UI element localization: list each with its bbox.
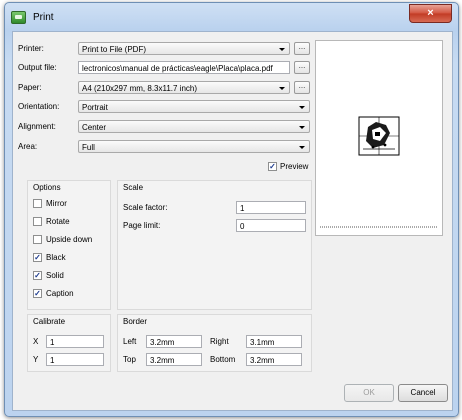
print-preview-page xyxy=(315,40,443,236)
border-top-value: 3.2mm xyxy=(150,356,175,365)
calibrate-x-value: 1 xyxy=(50,338,55,347)
area-select-value: Full xyxy=(82,143,95,152)
black-label: Black xyxy=(46,253,66,262)
chevron-down-icon xyxy=(279,48,285,51)
calibrate-y-label: Y xyxy=(33,355,39,364)
page-limit-label: Page limit: xyxy=(123,221,161,230)
output-file-browse-button[interactable]: ... xyxy=(294,61,310,74)
output-file-field[interactable]: lectronicos\manual de prácticas\eagle\Pl… xyxy=(78,61,290,74)
orientation-select[interactable]: Portrait xyxy=(78,100,310,113)
calibrate-y-input[interactable]: 1 xyxy=(46,353,104,366)
mirror-label: Mirror xyxy=(46,199,67,208)
preview-label: Preview xyxy=(280,162,309,171)
border-right-value: 3.1mm xyxy=(250,338,275,347)
cancel-button[interactable]: Cancel xyxy=(398,384,448,402)
printer-select[interactable]: Print to File (PDF) xyxy=(78,42,290,55)
chevron-down-icon xyxy=(299,126,305,129)
border-top-label: Top xyxy=(123,355,136,364)
solid-checkbox[interactable]: ✓ xyxy=(33,271,42,280)
rotate-checkbox[interactable] xyxy=(33,217,42,226)
output-file-value: lectronicos\manual de prácticas\eagle\Pl… xyxy=(82,64,273,73)
solid-label: Solid xyxy=(46,271,64,280)
paper-label: Paper: xyxy=(18,83,42,92)
calibrate-group: Calibrate X 1 Y 1 xyxy=(27,314,111,372)
alignment-select-value: Center xyxy=(82,123,107,132)
caption-checkbox[interactable]: ✓ xyxy=(33,289,42,298)
calibrate-x-label: X xyxy=(33,337,39,346)
border-right-input[interactable]: 3.1mm xyxy=(246,335,302,348)
print-dialog-window: Print × Printer: Print to File (PDF) ...… xyxy=(4,2,459,417)
calibrate-title: Calibrate xyxy=(33,317,66,326)
options-title: Options xyxy=(33,183,61,192)
border-left-label: Left xyxy=(123,337,137,346)
border-group: Border Left 3.2mm Right 3.1mm Top 3.2mm … xyxy=(117,314,312,372)
alignment-label: Alignment: xyxy=(18,122,56,131)
printer-browse-button[interactable]: ... xyxy=(294,42,310,55)
dialog-client-area: Printer: Print to File (PDF) ... Output … xyxy=(12,31,453,411)
page-limit-value: 0 xyxy=(240,222,245,231)
border-top-input[interactable]: 3.2mm xyxy=(146,353,202,366)
board-drawing-icon xyxy=(320,116,438,228)
close-button[interactable]: × xyxy=(409,4,452,23)
ok-button[interactable]: OK xyxy=(344,384,394,402)
scale-factor-input[interactable]: 1 xyxy=(236,201,306,214)
alignment-select[interactable]: Center xyxy=(78,120,310,133)
mirror-checkbox[interactable] xyxy=(33,199,42,208)
black-checkbox[interactable]: ✓ xyxy=(33,253,42,262)
output-file-label: Output file: xyxy=(18,63,57,72)
orientation-label: Orientation: xyxy=(18,102,60,111)
calibrate-y-value: 1 xyxy=(50,356,55,365)
paper-select-value: A4 (210x297 mm, 8.3x11.7 inch) xyxy=(82,84,198,93)
page-limit-input[interactable]: 0 xyxy=(236,219,306,232)
border-bottom-input[interactable]: 3.2mm xyxy=(246,353,302,366)
chevron-down-icon xyxy=(299,106,305,109)
border-bottom-label: Bottom xyxy=(210,355,236,364)
scale-group: Scale Scale factor: 1 Page limit: 0 xyxy=(117,180,312,310)
upside-down-checkbox[interactable] xyxy=(33,235,42,244)
border-title: Border xyxy=(123,317,148,326)
area-label: Area: xyxy=(18,142,38,151)
area-select[interactable]: Full xyxy=(78,140,310,153)
printer-label: Printer: xyxy=(18,44,44,53)
chevron-down-icon xyxy=(279,87,285,90)
title-bar[interactable]: Print × xyxy=(5,3,458,31)
paper-select[interactable]: A4 (210x297 mm, 8.3x11.7 inch) xyxy=(78,81,290,94)
scale-title: Scale xyxy=(123,183,144,192)
scale-factor-value: 1 xyxy=(240,204,245,213)
window-title: Print xyxy=(33,12,54,23)
paper-browse-button[interactable]: ... xyxy=(294,81,310,94)
printer-select-value: Print to File (PDF) xyxy=(82,45,147,54)
border-left-input[interactable]: 3.2mm xyxy=(146,335,202,348)
calibrate-x-input[interactable]: 1 xyxy=(46,335,104,348)
options-group: Options Mirror Rotate Upside down ✓ Blac… xyxy=(27,180,111,310)
orientation-select-value: Portrait xyxy=(82,103,108,112)
border-left-value: 3.2mm xyxy=(150,338,175,347)
upside-down-label: Upside down xyxy=(46,235,93,244)
border-bottom-value: 3.2mm xyxy=(250,356,275,365)
border-right-label: Right xyxy=(210,337,229,346)
print-app-icon xyxy=(11,11,26,24)
caption-label: Caption xyxy=(46,289,74,298)
preview-checkbox[interactable]: ✓ xyxy=(268,162,277,171)
rotate-label: Rotate xyxy=(46,217,70,226)
scale-factor-label: Scale factor: xyxy=(123,203,168,212)
chevron-down-icon xyxy=(299,146,305,149)
